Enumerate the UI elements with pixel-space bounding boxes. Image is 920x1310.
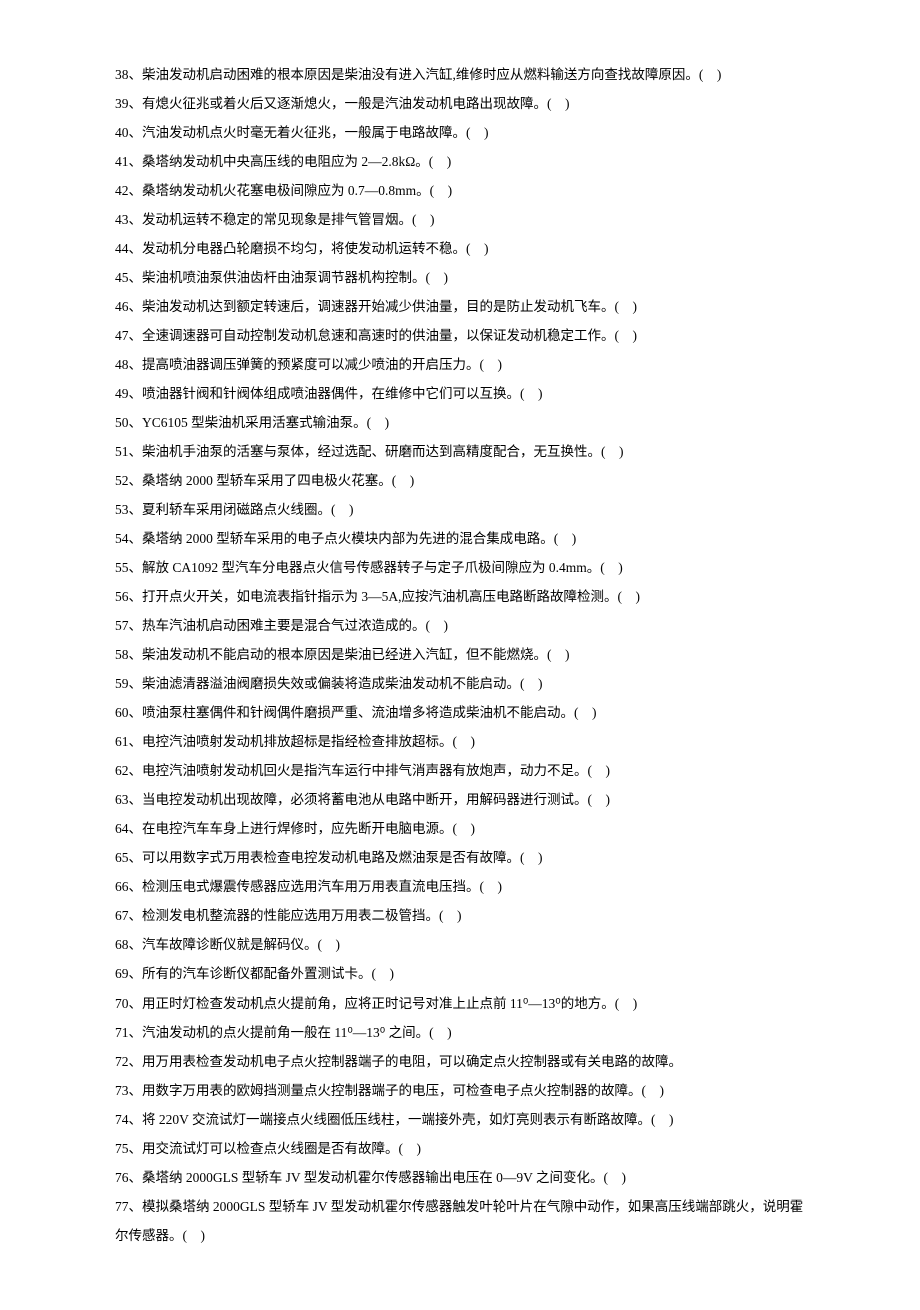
question-line: 67、检测发电机整流器的性能应选用万用表二极管挡。( ) [115, 901, 805, 930]
question-line: 46、柴油发动机达到额定转速后，调速器开始减少供油量，目的是防止发动机飞车。( … [115, 292, 805, 321]
question-line: 75、用交流试灯可以检查点火线圈是否有故障。( ) [115, 1134, 805, 1163]
question-line: 68、汽车故障诊断仪就是解码仪。( ) [115, 930, 805, 959]
question-line: 45、柴油机喷油泵供油齿杆由油泵调节器机构控制。( ) [115, 263, 805, 292]
question-line: 77、模拟桑塔纳 2000GLS 型轿车 JV 型发动机霍尔传感器触发叶轮叶片在… [115, 1192, 805, 1250]
question-line: 58、柴油发动机不能启动的根本原因是柴油已经进入汽缸，但不能燃烧。( ) [115, 640, 805, 669]
question-line: 65、可以用数字式万用表检查电控发动机电路及燃油泵是否有故障。( ) [115, 843, 805, 872]
question-line: 51、柴油机手油泵的活塞与泵体，经过选配、研磨而达到高精度配合，无互换性。( ) [115, 437, 805, 466]
question-line: 72、用万用表检查发动机电子点火控制器端子的电阻，可以确定点火控制器或有关电路的… [115, 1047, 805, 1076]
question-line: 42、桑塔纳发动机火花塞电极间隙应为 0.7—0.8mm。( ) [115, 176, 805, 205]
question-line: 62、电控汽油喷射发动机回火是指汽车运行中排气消声器有放炮声，动力不足。( ) [115, 756, 805, 785]
question-line: 48、提高喷油器调压弹簧的预紧度可以减少喷油的开启压力。( ) [115, 350, 805, 379]
question-line: 44、发动机分电器凸轮磨损不均匀，将使发动机运转不稳。( ) [115, 234, 805, 263]
document-page: 38、柴油发动机启动困难的根本原因是柴油没有进入汽缸,维修时应从燃料输送方向查找… [0, 0, 920, 1310]
question-line: 70、用正时灯检查发动机点火提前角，应将正时记号对准上止点前 11⁰—13⁰的地… [115, 989, 805, 1018]
question-line: 74、将 220V 交流试灯一端接点火线圈低压线柱，一端接外壳，如灯亮则表示有断… [115, 1105, 805, 1134]
question-line: 69、所有的汽车诊断仪都配备外置测试卡。( ) [115, 959, 805, 988]
question-line: 50、YC6105 型柴油机采用活塞式输油泵。( ) [115, 408, 805, 437]
question-line: 56、打开点火开关，如电流表指针指示为 3—5A,应按汽油机高压电路断路故障检测… [115, 582, 805, 611]
question-line: 40、汽油发动机点火时毫无着火征兆，一般属于电路故障。( ) [115, 118, 805, 147]
question-line: 38、柴油发动机启动困难的根本原因是柴油没有进入汽缸,维修时应从燃料输送方向查找… [115, 60, 805, 89]
question-line: 43、发动机运转不稳定的常见现象是排气管冒烟。( ) [115, 205, 805, 234]
question-line: 63、当电控发动机出现故障，必须将蓄电池从电路中断开，用解码器进行测试。( ) [115, 785, 805, 814]
question-line: 57、热车汽油机启动困难主要是混合气过浓造成的。( ) [115, 611, 805, 640]
question-line: 60、喷油泵柱塞偶件和针阀偶件磨损严重、流油增多将造成柴油机不能启动。( ) [115, 698, 805, 727]
question-line: 41、桑塔纳发动机中央高压线的电阻应为 2—2.8kΩ。( ) [115, 147, 805, 176]
question-line: 76、桑塔纳 2000GLS 型轿车 JV 型发动机霍尔传感器输出电压在 0—9… [115, 1163, 805, 1192]
question-line: 61、电控汽油喷射发动机排放超标是指经检查排放超标。( ) [115, 727, 805, 756]
question-line: 47、全速调速器可自动控制发动机怠速和高速时的供油量，以保证发动机稳定工作。( … [115, 321, 805, 350]
question-line: 73、用数字万用表的欧姆挡测量点火控制器端子的电压，可检查电子点火控制器的故障。… [115, 1076, 805, 1105]
question-line: 49、喷油器针阀和针阀体组成喷油器偶件，在维修中它们可以互换。( ) [115, 379, 805, 408]
question-line: 66、检测压电式爆震传感器应选用汽车用万用表直流电压挡。( ) [115, 872, 805, 901]
question-line: 53、夏利轿车采用闭磁路点火线圈。( ) [115, 495, 805, 524]
question-line: 52、桑塔纳 2000 型轿车采用了四电极火花塞。( ) [115, 466, 805, 495]
question-line: 39、有熄火征兆或着火后又逐渐熄火，一般是汽油发动机电路出现故障。( ) [115, 89, 805, 118]
question-line: 71、汽油发动机的点火提前角一般在 11⁰—13⁰ 之间。( ) [115, 1018, 805, 1047]
question-line: 54、桑塔纳 2000 型轿车采用的电子点火模块内部为先进的混合集成电路。( ) [115, 524, 805, 553]
question-line: 59、柴油滤清器溢油阀磨损失效或偏装将造成柴油发动机不能启动。( ) [115, 669, 805, 698]
question-line: 64、在电控汽车车身上进行焊修时，应先断开电脑电源。( ) [115, 814, 805, 843]
question-line: 55、解放 CA1092 型汽车分电器点火信号传感器转子与定子爪极间隙应为 0.… [115, 553, 805, 582]
